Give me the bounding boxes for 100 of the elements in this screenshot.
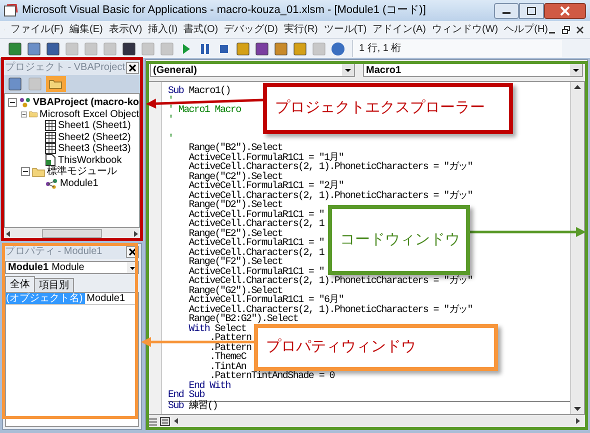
scroll-right-icon[interactable] (576, 418, 580, 424)
code-line: ' (168, 116, 174, 125)
tree-item[interactable]: 標準モジュール (47, 166, 117, 178)
code-line: ActiveCell.FormulaR1C1 = "6月" (188, 296, 344, 306)
menu-item[interactable]: 実行(R) (284, 24, 318, 36)
module-icon (45, 178, 58, 189)
scroll-down-icon[interactable] (574, 407, 581, 411)
app-icon (4, 4, 18, 17)
pane-title: プロパティ - Module1 (5, 246, 102, 258)
scroll-thumb[interactable] (42, 229, 102, 238)
menu-item[interactable]: 挿入(I) (148, 24, 178, 36)
code-line: ' Macro1 Macro (168, 106, 241, 116)
code-line: ActiveCell.Characters(2, 1 (188, 248, 324, 258)
close-icon[interactable] (544, 2, 586, 18)
object-name: Module1 (8, 262, 49, 273)
help-icon[interactable] (329, 40, 347, 56)
view-code-icon[interactable] (6, 76, 24, 92)
project-icon[interactable] (253, 40, 271, 56)
code-line: ActiveCell.Characters(2, 1).PhoneticCharacters = "ガッ" (188, 277, 472, 286)
code-line: ActiveCell.FormulaR1C1 = " (188, 239, 324, 248)
code-line: ActiveCell.FormulaR1C1 = "2月" (188, 182, 344, 192)
menu-item[interactable]: ウィンドウ(W) (432, 24, 498, 36)
property-value[interactable]: Module1 (84, 293, 126, 304)
menu-item[interactable]: ヘルプ(H) (504, 24, 548, 36)
minimize-icon[interactable] (494, 2, 519, 18)
binoculars-icon[interactable] (120, 40, 138, 56)
callout-label: コードウィンドウ (340, 230, 460, 250)
project-icon (18, 97, 31, 108)
code-line: ActiveCell.Characters(2, 1 (188, 220, 324, 230)
menu-item[interactable]: 表示(V) (108, 24, 142, 36)
code-line: .Pattern (208, 344, 252, 353)
horizontal-scrollbar[interactable] (172, 416, 582, 426)
tab[interactable]: 全体 (5, 276, 35, 292)
pane-title: プロジェクト - VBAProject (5, 62, 126, 74)
tree-item[interactable]: Sheet2 (Sheet2) (58, 132, 131, 143)
code-line: Sub 練習() (168, 402, 218, 410)
tree-item[interactable]: Microsoft Excel Object (40, 108, 139, 120)
collapse-icon[interactable] (8, 98, 17, 108)
code-line: .PatternTintAndShade = 0 (208, 372, 334, 382)
code-line: .ThemeC (208, 353, 246, 362)
position-field: 1 行, 1 桁 (352, 40, 562, 57)
object-dropdown[interactable]: (General) (150, 63, 355, 77)
close-icon[interactable] (126, 62, 139, 74)
menu-item[interactable]: ツール(T) (324, 24, 367, 36)
tree-item[interactable]: VBAProject (macro-ko (32, 97, 139, 108)
code-line: End With (188, 382, 230, 391)
callout-label: プロジェクトエクスプローラー (275, 98, 485, 118)
tab[interactable]: 項目別 (35, 278, 74, 292)
folder-icon[interactable] (46, 76, 66, 92)
excel-icon[interactable] (6, 40, 24, 56)
scroll-up-icon[interactable] (574, 85, 581, 89)
procedure-view-icon[interactable] (148, 416, 158, 426)
folder-icon (28, 109, 38, 120)
workbook-icon (45, 154, 56, 166)
design-icon[interactable] (234, 40, 252, 56)
code-line: ActiveCell.FormulaR1C1 = "1月" (188, 154, 344, 163)
code-line: ActiveCell.FormulaR1C1 = " (188, 268, 324, 277)
object-type: Module (52, 262, 84, 273)
folder-icon (32, 166, 45, 177)
maximize-icon[interactable] (519, 2, 544, 18)
tree-item[interactable]: ThisWorkbook (58, 154, 122, 166)
menu-item[interactable]: デバッグ(D) (224, 24, 278, 36)
code-line: ' (168, 134, 174, 144)
code-line: End Sub (168, 391, 204, 400)
code-line: ActiveCell.Characters(2, 1).PhoneticCharacters = "ガッ" (188, 306, 472, 315)
object-dropdown[interactable]: Module1 Module (5, 261, 139, 274)
tree-item[interactable]: Sheet1 (Sheet1) (58, 120, 131, 132)
code-line: ActiveCell.Characters(2, 1).PhoneticCharacters = "ガッ" (188, 192, 472, 201)
menu-item[interactable]: 書式(O) (184, 24, 218, 36)
form-icon[interactable] (25, 40, 43, 56)
scroll-left-icon[interactable] (6, 230, 10, 236)
scroll-left-icon[interactable] (174, 418, 178, 424)
callout-label: プロパティウィンドウ (266, 337, 416, 358)
tree-item[interactable]: Module1 (60, 178, 98, 189)
close-icon[interactable] (576, 26, 584, 34)
code-line: Range("B2").Select (188, 144, 282, 154)
module-view-icon[interactable] (160, 416, 170, 426)
collapse-icon[interactable] (21, 167, 30, 176)
scroll-right-icon[interactable] (134, 230, 138, 236)
code-line: Range("B2:G2").Select (188, 315, 298, 324)
code-line: Range("D2").Select (188, 201, 282, 210)
menu-item[interactable]: アドイン(A) (372, 24, 426, 36)
code-line: Range("G2").Select (188, 286, 282, 296)
sheet-icon (45, 120, 56, 132)
save-icon[interactable] (44, 40, 62, 56)
horizontal-scrollbar[interactable] (4, 228, 140, 239)
properties-icon[interactable] (272, 40, 290, 56)
code-line: With Select (188, 324, 246, 334)
tree-item[interactable]: Sheet3 (Sheet3) (58, 143, 131, 154)
menu-item[interactable]: 編集(E) (70, 24, 103, 36)
code-line: Range("E2").Select (188, 230, 282, 239)
object-browser-icon[interactable] (291, 40, 309, 56)
code-line: .TintAn (208, 362, 246, 372)
menu-item[interactable]: ファイル(F) (10, 24, 64, 36)
code-line: Sub Macro1() (168, 87, 230, 96)
vertical-scrollbar[interactable] (570, 82, 584, 414)
sheet-icon (45, 132, 56, 143)
procedure-dropdown[interactable]: Macro1 (363, 63, 583, 77)
sheet-icon (45, 143, 56, 154)
restore-icon[interactable] (562, 26, 570, 34)
